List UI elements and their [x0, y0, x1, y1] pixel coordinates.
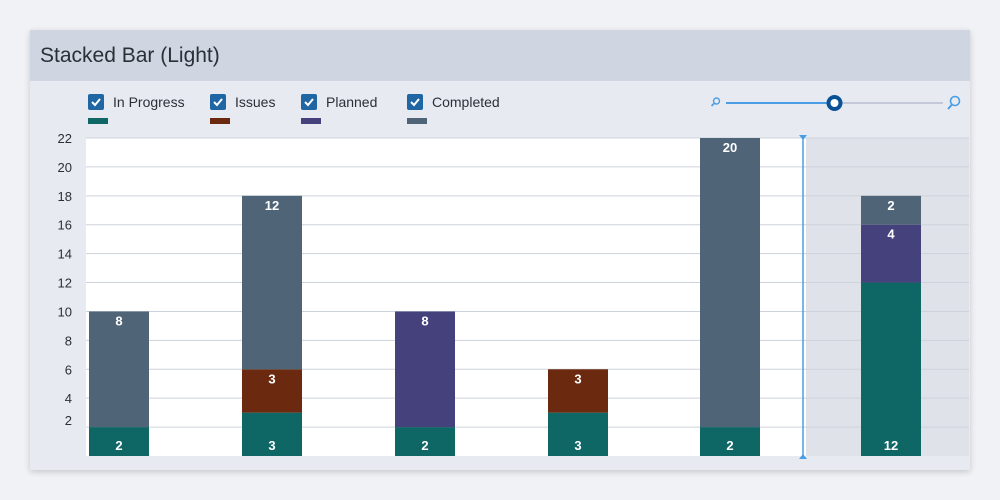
y-tick-label: 12: [58, 276, 72, 291]
bar-segment-completed: [242, 195, 302, 370]
y-tick-label: 22: [58, 131, 72, 146]
y-tick-label: 14: [58, 247, 72, 262]
bar-segment-planned: [395, 311, 455, 428]
data-label: 2: [726, 438, 733, 453]
data-label: 8: [421, 313, 428, 328]
bar-segment-in-progress: [861, 282, 921, 456]
data-label: 8: [115, 313, 122, 328]
y-tick-label: 4: [65, 391, 72, 406]
stacked-bar-chart: 24681012141618202228331228332201242: [58, 131, 969, 459]
y-tick-label: 16: [58, 218, 72, 233]
data-label: 2: [115, 438, 122, 453]
y-tick-label: 10: [58, 304, 72, 319]
data-label: 3: [268, 438, 275, 453]
y-tick-label: 18: [58, 189, 72, 204]
bar-segment-completed: [89, 311, 149, 428]
data-label: 2: [421, 438, 428, 453]
y-tick-label: 20: [58, 160, 72, 175]
data-label: 12: [265, 198, 279, 213]
y-tick-label: 2: [65, 413, 72, 428]
bar-segment-completed: [700, 138, 760, 428]
y-tick-label: 8: [65, 333, 72, 348]
data-label: 12: [884, 438, 898, 453]
data-label: 20: [723, 140, 737, 155]
data-label: 3: [574, 438, 581, 453]
data-label: 3: [268, 371, 275, 386]
chart-panel: Stacked Bar (Light) In Progress Issues P…: [30, 30, 970, 470]
data-label: 4: [887, 227, 895, 242]
y-tick-label: 6: [65, 362, 72, 377]
data-label: 2: [887, 198, 894, 213]
data-label: 3: [574, 371, 581, 386]
